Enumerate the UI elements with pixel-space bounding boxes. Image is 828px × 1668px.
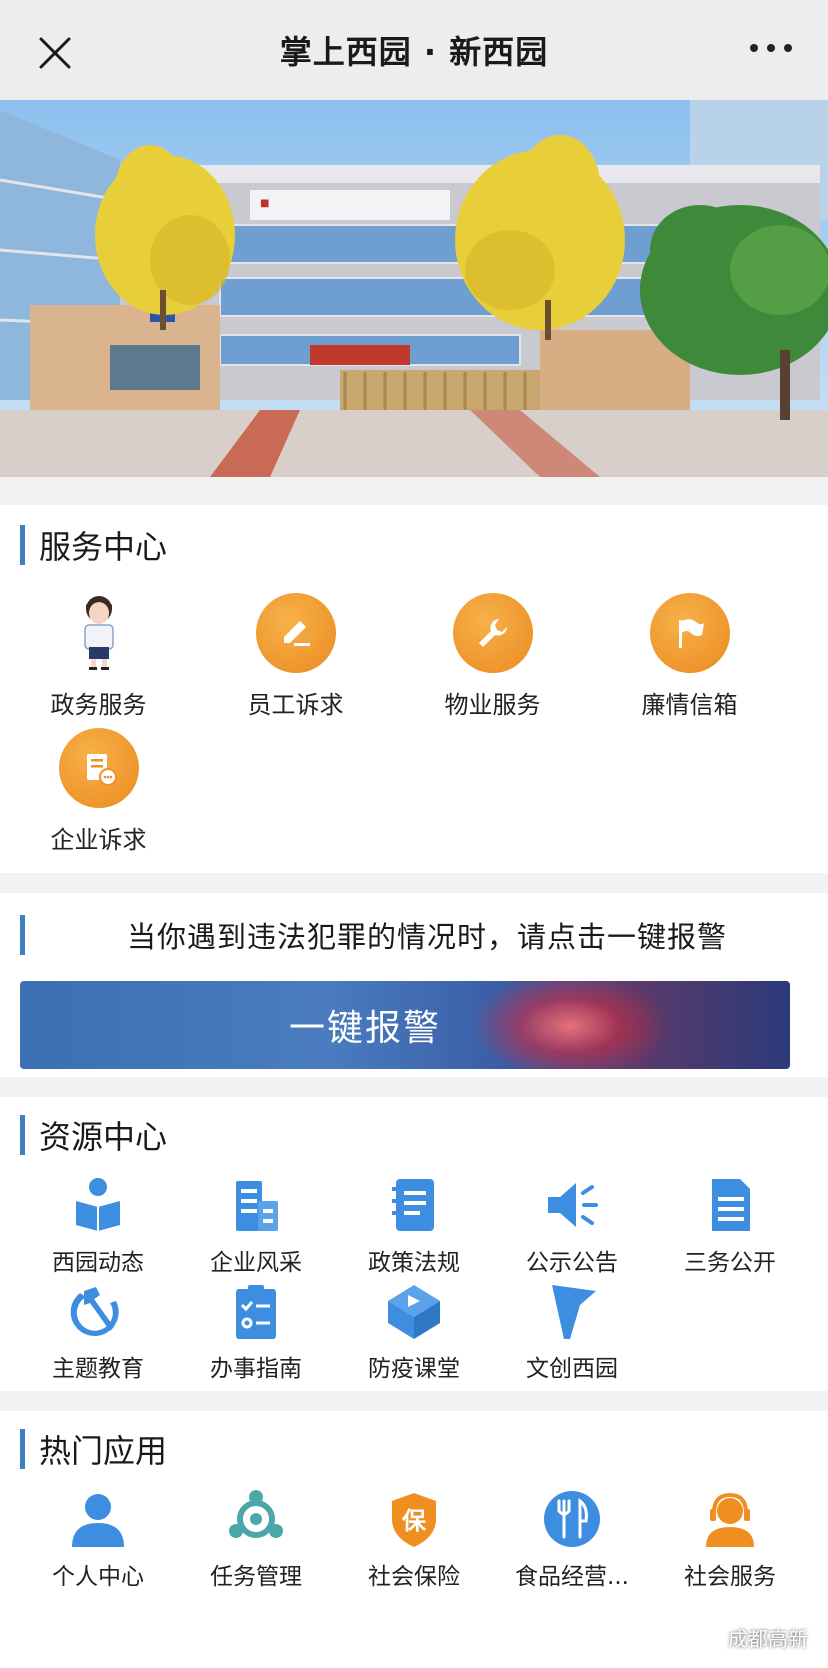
resource-item-policy[interactable]: 政策法规 xyxy=(335,1173,493,1279)
more-icon[interactable] xyxy=(750,44,792,52)
emergency-alarm-button[interactable]: 一键报警 xyxy=(20,981,790,1069)
watermark-text: 成都高新 xyxy=(728,1627,808,1651)
building-icon xyxy=(224,1173,288,1237)
resource-label: 西园动态 xyxy=(52,1250,144,1276)
pennant-icon xyxy=(540,1279,604,1343)
resource-label: 防疫课堂 xyxy=(368,1356,460,1382)
section-accent-bar xyxy=(20,525,25,565)
resource-item-culture[interactable]: 文创西园 xyxy=(493,1279,651,1385)
resource-item-news[interactable]: 西园动态 xyxy=(19,1173,177,1279)
hot-apps-section: 热门应用 个人中心 任务管理 保 社会保险 食品经营... 社会服务 成都高新 xyxy=(0,1411,828,1668)
resource-label: 文创西园 xyxy=(526,1356,618,1382)
hot-app-label: 食品经营... xyxy=(515,1564,629,1590)
resource-label: 公示公告 xyxy=(526,1250,618,1276)
service-item-mailbox[interactable]: 廉情信箱 xyxy=(591,585,788,720)
hot-app-label: 个人中心 xyxy=(52,1564,144,1590)
hot-app-label: 社会保险 xyxy=(368,1564,460,1590)
wechat-icon xyxy=(696,1628,722,1647)
resource-label: 三务公开 xyxy=(684,1250,776,1276)
section-accent-bar xyxy=(20,1429,25,1469)
service-avatar-icon xyxy=(59,593,139,673)
alarm-prompt: 当你遇到违法犯罪的情况时，请点击一键报警 xyxy=(127,920,728,954)
service-item-property[interactable]: 物业服务 xyxy=(394,585,591,720)
hammer-sickle-icon xyxy=(66,1279,130,1343)
document-chat-icon xyxy=(58,728,139,808)
notebook-icon xyxy=(382,1173,446,1237)
wrench-icon xyxy=(452,593,533,673)
banner-image: ■ xyxy=(0,100,828,477)
resource-item-guide[interactable]: 办事指南 xyxy=(177,1279,335,1385)
resource-label: 政策法规 xyxy=(368,1250,460,1276)
service-item-gov[interactable]: 政务服务 xyxy=(0,585,197,720)
service-label: 物业服务 xyxy=(444,691,541,719)
service-label: 廉情信箱 xyxy=(641,691,738,719)
checklist-icon xyxy=(224,1279,288,1343)
hot-app-task-management[interactable]: 任务管理 xyxy=(177,1487,335,1591)
close-icon[interactable] xyxy=(38,36,72,70)
pencil-icon xyxy=(255,593,336,673)
service-label: 政务服务 xyxy=(50,691,147,719)
document-icon xyxy=(698,1173,762,1237)
fork-knife-icon xyxy=(540,1487,604,1551)
watermark: 成都高新 xyxy=(696,1623,808,1652)
resource-item-epidemic[interactable]: 防疫课堂 xyxy=(335,1279,493,1385)
resource-label: 办事指南 xyxy=(210,1356,302,1382)
resource-center-section: 资源中心 西园动态 企业风采 政策法规 公示公告 三务公开 主题教育 办事指南 … xyxy=(0,1097,828,1391)
nav-bar: 掌上西园 · 新西园 xyxy=(0,0,828,100)
siren-light-icon xyxy=(470,981,670,1069)
megaphone-icon xyxy=(540,1173,604,1237)
play-cube-icon xyxy=(382,1279,446,1343)
flag-icon xyxy=(649,593,730,673)
hot-app-personal-center[interactable]: 个人中心 xyxy=(19,1487,177,1591)
section-accent-bar xyxy=(20,915,25,955)
hot-app-food-business[interactable]: 食品经营... xyxy=(493,1487,651,1591)
alarm-button-label: 一键报警 xyxy=(288,1008,441,1049)
service-label: 企业诉求 xyxy=(50,826,147,854)
resource-label: 主题教育 xyxy=(52,1356,144,1382)
person-icon xyxy=(66,1487,130,1551)
resource-item-notice[interactable]: 公示公告 xyxy=(493,1173,651,1279)
insurance-badge-text: 保 xyxy=(402,1507,426,1535)
resource-item-enterprise[interactable]: 企业风采 xyxy=(177,1173,335,1279)
resource-item-disclosure[interactable]: 三务公开 xyxy=(651,1173,809,1279)
svg-text:■: ■ xyxy=(260,198,269,209)
support-agent-icon xyxy=(698,1487,762,1551)
team-icon xyxy=(224,1487,288,1551)
page-title: 掌上西园 · 新西园 xyxy=(279,33,549,71)
section-title: 热门应用 xyxy=(39,1432,168,1470)
reader-icon xyxy=(66,1173,130,1237)
alarm-section: 当你遇到违法犯罪的情况时，请点击一键报警 一键报警 xyxy=(0,893,828,1077)
hot-app-social-insurance[interactable]: 保 社会保险 xyxy=(335,1487,493,1591)
hot-app-label: 社会服务 xyxy=(684,1564,776,1590)
service-item-enterprise[interactable]: 企业诉求 xyxy=(0,720,197,855)
service-label: 员工诉求 xyxy=(247,691,344,719)
hot-app-label: 任务管理 xyxy=(210,1564,302,1590)
resource-label: 企业风采 xyxy=(210,1250,302,1276)
service-item-employee[interactable]: 员工诉求 xyxy=(197,585,394,720)
insurance-shield-icon: 保 xyxy=(382,1487,446,1551)
resource-item-education[interactable]: 主题教育 xyxy=(19,1279,177,1385)
section-title: 服务中心 xyxy=(39,528,168,566)
service-center-section: 服务中心 政务服务 员工诉求 物业服务 廉情信箱 企业诉求 xyxy=(0,505,828,873)
section-title: 资源中心 xyxy=(39,1118,168,1156)
section-accent-bar xyxy=(20,1115,25,1155)
hot-app-social-service[interactable]: 社会服务 xyxy=(651,1487,809,1591)
